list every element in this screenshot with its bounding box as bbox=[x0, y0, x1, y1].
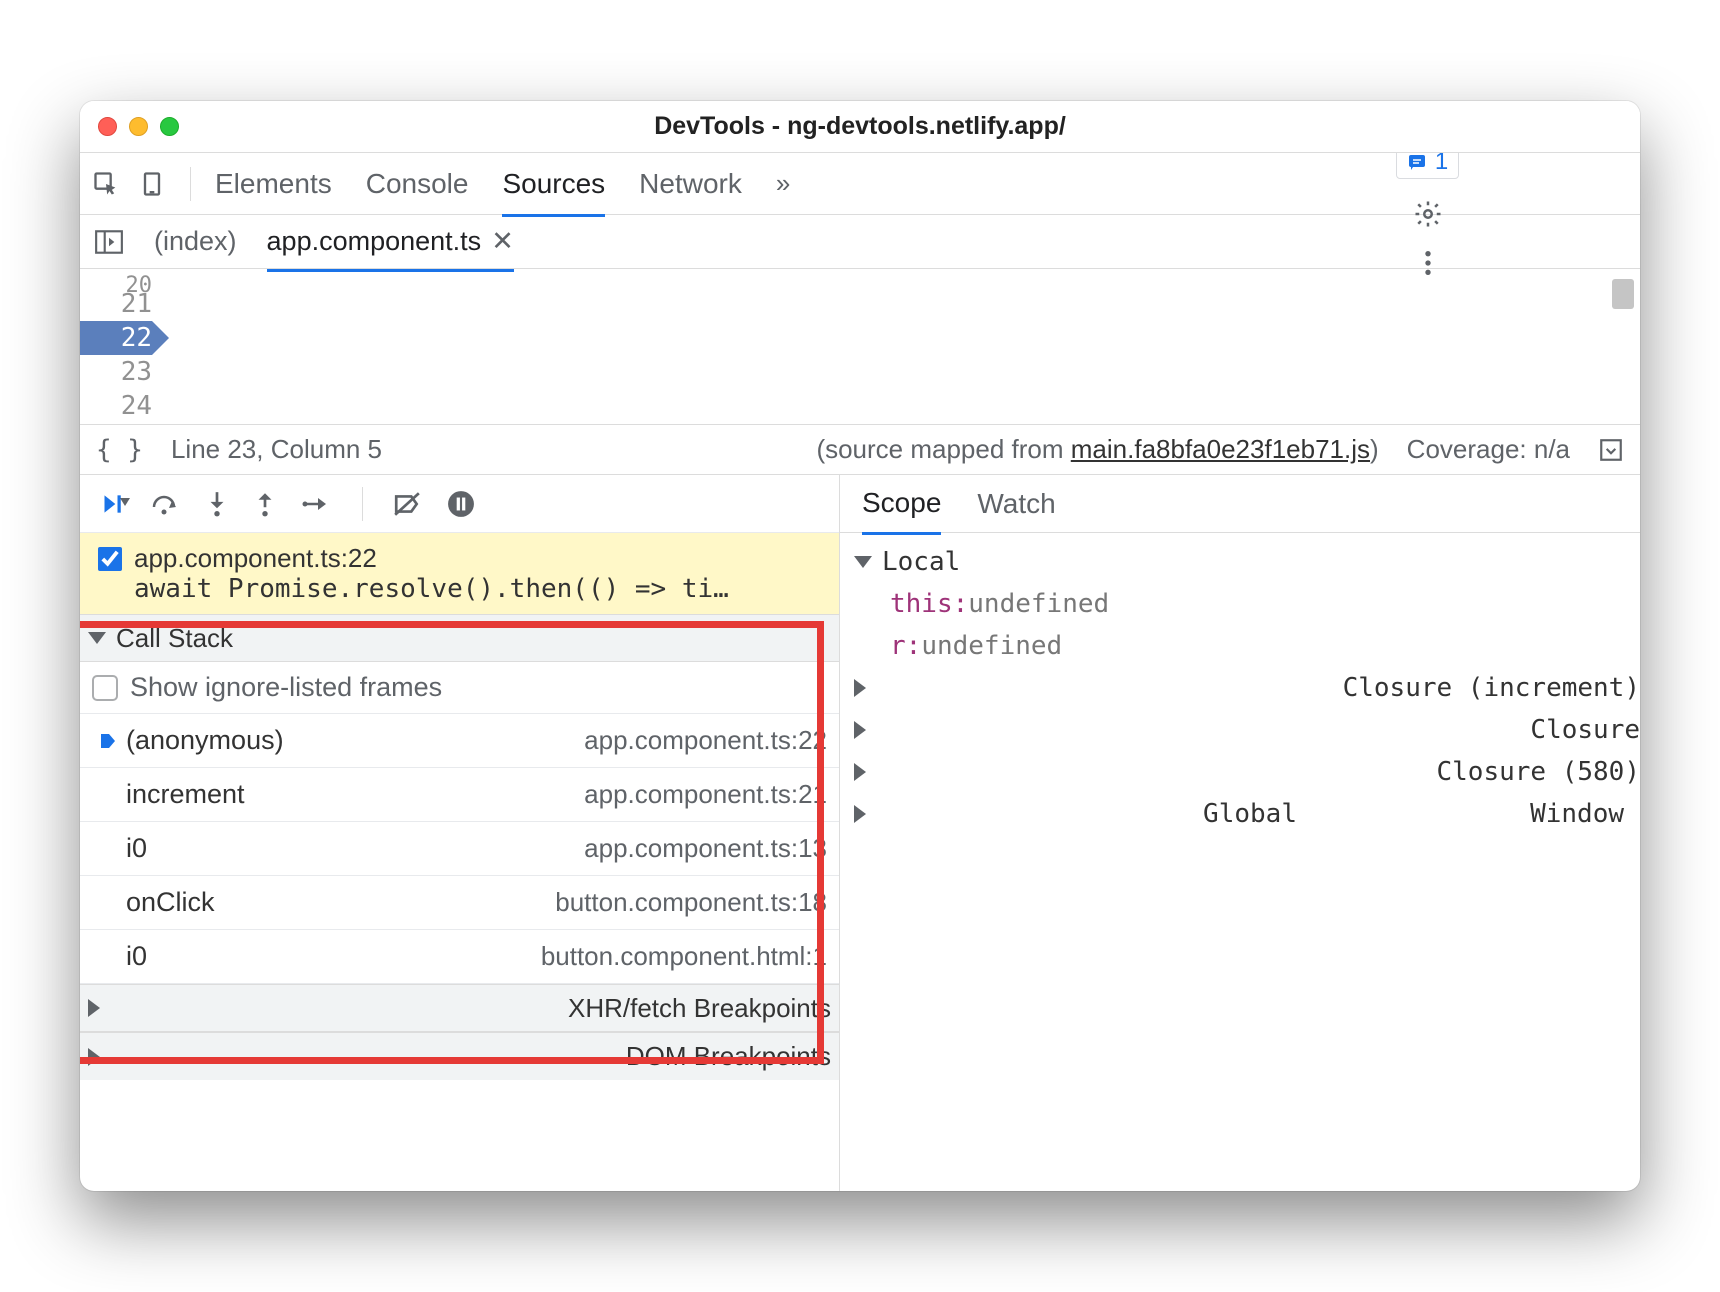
call-stack-frame[interactable]: onClickbutton.component.ts:18 bbox=[80, 876, 839, 930]
call-stack-frame[interactable]: incrementapp.component.ts:21 bbox=[80, 768, 839, 822]
chevron-down-icon[interactable] bbox=[1598, 437, 1624, 463]
pause-exceptions-icon[interactable] bbox=[447, 490, 475, 518]
source-map-link[interactable]: main.fa8bfa0e23f1eb71.js bbox=[1071, 434, 1370, 464]
line-number[interactable]: 21 bbox=[80, 287, 152, 321]
call-stack-list: (anonymous)app.component.ts:22incrementa… bbox=[80, 714, 839, 984]
file-tabs: (index) app.component.ts ✕ bbox=[80, 215, 1640, 269]
scope-variable[interactable]: r: undefined bbox=[846, 625, 1640, 667]
frame-location: button.component.ts:18 bbox=[555, 887, 827, 918]
tab-console[interactable]: Console bbox=[366, 168, 469, 200]
debugger-toolbar bbox=[80, 475, 839, 533]
frame-location: button.component.html:1 bbox=[541, 941, 827, 972]
titlebar: DevTools - ng-devtools.netlify.app/ bbox=[80, 101, 1640, 153]
inspect-icon[interactable] bbox=[92, 170, 120, 198]
chevron-down-icon bbox=[854, 556, 872, 568]
breakpoint-banner: app.component.ts:22 await Promise.resolv… bbox=[80, 533, 839, 614]
code-line bbox=[176, 337, 1640, 355]
chevron-down-icon bbox=[88, 632, 106, 644]
device-toggle-icon[interactable] bbox=[138, 170, 166, 198]
code-area[interactable]: async increment() { await Promise.resolv… bbox=[160, 269, 1640, 425]
file-tab-app-component[interactable]: app.component.ts ✕ bbox=[267, 226, 514, 272]
devtools-window: DevTools - ng-devtools.netlify.app/ Elem… bbox=[80, 101, 1640, 1191]
scope-closure[interactable]: Closure (580) bbox=[846, 751, 1640, 793]
main-toolbar: Elements Console Sources Network » 1 1 bbox=[80, 153, 1640, 215]
call-stack-frame[interactable]: (anonymous)app.component.ts:22 bbox=[80, 714, 839, 768]
frame-location: app.component.ts:13 bbox=[584, 833, 827, 864]
source-map-info: (source mapped from main.fa8bfa0e23f1eb7… bbox=[816, 434, 1378, 465]
pretty-print-icon[interactable]: { } bbox=[96, 435, 143, 465]
code-editor[interactable]: 20 21 22 23 24 async increment() { await… bbox=[80, 269, 1640, 425]
close-tab-icon[interactable]: ✕ bbox=[491, 226, 514, 257]
tab-overflow[interactable]: » bbox=[776, 168, 790, 199]
chevron-right-icon bbox=[854, 679, 1333, 697]
line-number: 20 bbox=[80, 269, 152, 287]
line-number[interactable]: 24 bbox=[80, 389, 152, 423]
panel-tabs: Elements Console Sources Network » bbox=[215, 168, 790, 200]
separator bbox=[190, 167, 191, 201]
xhr-breakpoints-header[interactable]: XHR/fetch Breakpoints bbox=[80, 984, 839, 1032]
dom-breakpoints-header[interactable]: DOM Breakpoints bbox=[80, 1032, 839, 1080]
debugger-left: app.component.ts:22 await Promise.resolv… bbox=[80, 475, 840, 1191]
breakpoint-snippet: await Promise.resolve().then(() => ti… bbox=[98, 574, 821, 604]
chevron-right-icon bbox=[854, 721, 1520, 739]
line-gutter: 20 21 22 23 24 bbox=[80, 269, 160, 423]
resume-icon[interactable] bbox=[98, 491, 124, 517]
chevron-right-icon bbox=[88, 999, 558, 1017]
line-number-current[interactable]: 22 bbox=[80, 321, 152, 355]
code-line: async increment() { bbox=[176, 423, 1640, 425]
debugger-pane: app.component.ts:22 await Promise.resolv… bbox=[80, 475, 1640, 1191]
frame-function: onClick bbox=[126, 887, 555, 918]
tab-elements[interactable]: Elements bbox=[215, 168, 332, 200]
tab-scope[interactable]: Scope bbox=[862, 487, 941, 535]
chevron-right-icon bbox=[854, 763, 1427, 781]
step-out-icon[interactable] bbox=[254, 490, 276, 518]
deactivate-breakpoints-icon[interactable] bbox=[393, 491, 421, 517]
window-title: DevTools - ng-devtools.netlify.app/ bbox=[80, 112, 1640, 141]
chevron-right-icon bbox=[854, 805, 1193, 823]
tab-watch[interactable]: Watch bbox=[977, 488, 1055, 520]
file-tab-index[interactable]: (index) bbox=[154, 226, 237, 257]
line-number[interactable]: 23 bbox=[80, 355, 152, 389]
frame-function: i0 bbox=[126, 833, 584, 864]
frame-location: app.component.ts:22 bbox=[584, 725, 827, 756]
cursor-position: Line 23, Column 5 bbox=[171, 434, 382, 465]
separator bbox=[362, 487, 363, 521]
show-ignored-row[interactable]: Show ignore-listed frames bbox=[80, 662, 839, 714]
step-into-icon[interactable] bbox=[206, 490, 228, 518]
chevron-right-icon bbox=[88, 1048, 616, 1066]
breakpoint-checkbox[interactable] bbox=[98, 547, 122, 571]
tab-network[interactable]: Network bbox=[639, 168, 742, 200]
scope-local[interactable]: Local bbox=[846, 541, 1640, 583]
scope-tree[interactable]: Local this: undefined r: undefined Closu… bbox=[840, 533, 1640, 835]
scope-closure[interactable]: Closure bbox=[846, 709, 1640, 751]
coverage-info: Coverage: n/a bbox=[1407, 434, 1570, 465]
call-stack-frame[interactable]: i0button.component.html:1 bbox=[80, 930, 839, 984]
scope-tabs: Scope Watch bbox=[840, 475, 1640, 533]
current-frame-icon bbox=[98, 731, 120, 751]
frame-function: increment bbox=[126, 779, 584, 810]
frame-function: (anonymous) bbox=[126, 725, 584, 756]
step-over-icon[interactable] bbox=[150, 491, 180, 517]
scrollbar-thumb[interactable] bbox=[1612, 279, 1634, 309]
frame-function: i0 bbox=[126, 941, 541, 972]
call-stack-frame[interactable]: i0app.component.ts:13 bbox=[80, 822, 839, 876]
scope-global[interactable]: GlobalWindow bbox=[846, 793, 1640, 835]
editor-statusbar: { } Line 23, Column 5 (source mapped fro… bbox=[80, 425, 1640, 475]
scope-closure[interactable]: Closure (increment) bbox=[846, 667, 1640, 709]
scope-variable[interactable]: this: undefined bbox=[846, 583, 1640, 625]
step-icon[interactable] bbox=[302, 493, 332, 515]
debugger-right: Scope Watch Local this: undefined r: und… bbox=[840, 475, 1640, 1191]
call-stack-header[interactable]: Call Stack bbox=[80, 614, 839, 662]
tab-sources[interactable]: Sources bbox=[502, 168, 605, 217]
navigator-toggle-icon[interactable] bbox=[94, 229, 124, 255]
checkbox-unchecked-icon[interactable] bbox=[92, 675, 118, 701]
frame-location: app.component.ts:21 bbox=[584, 779, 827, 810]
breakpoint-file[interactable]: app.component.ts:22 bbox=[134, 543, 377, 574]
